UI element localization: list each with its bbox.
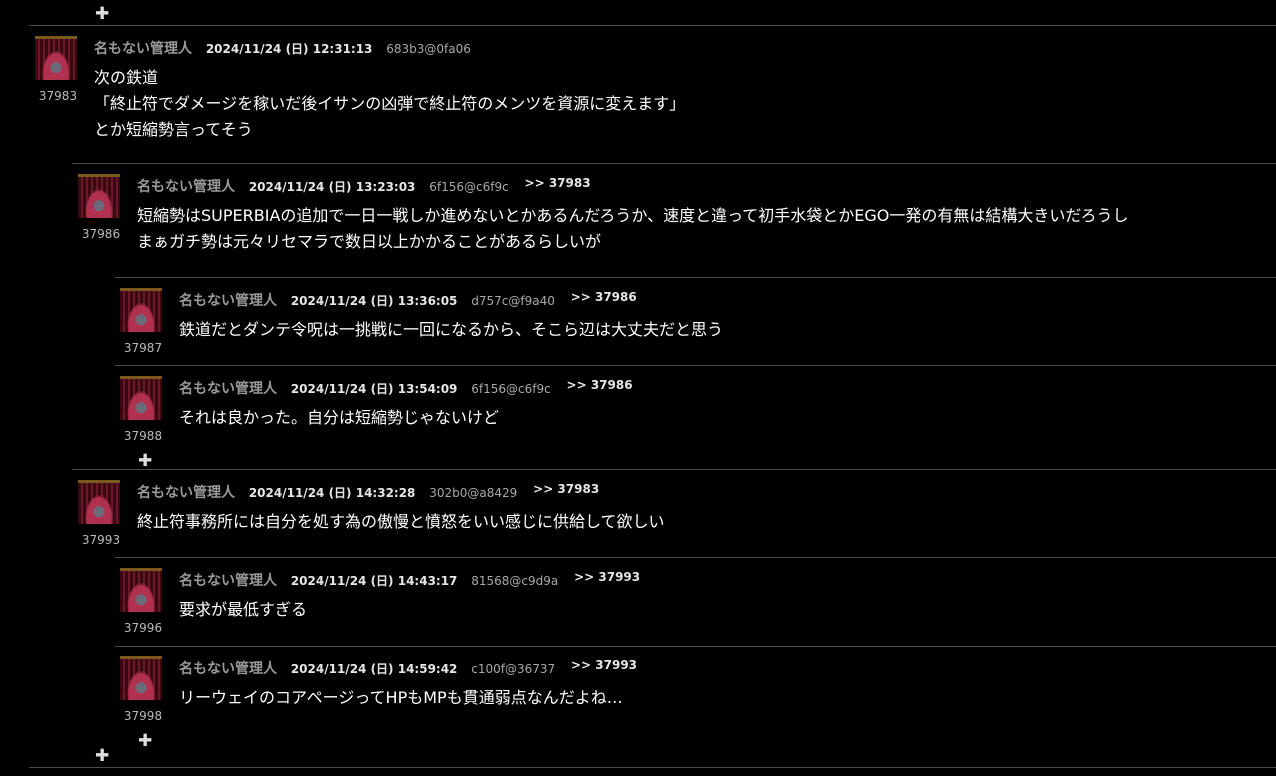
poster-name: 名もない管理人 (137, 179, 235, 195)
avatar (35, 36, 77, 80)
expand-plus-icon[interactable]: ✚ (95, 6, 109, 23)
poster-name: 名もない管理人 (179, 381, 277, 397)
expand-plus-icon[interactable]: ✚ (138, 733, 152, 750)
post-date: 2024/11/24 (日) 14:32:28 (248, 486, 416, 500)
reply-link[interactable]: >> 37986 (571, 290, 637, 304)
post-header: 名もない管理人 2024/11/24 (日) 14:43:17 81568@c9… (179, 570, 640, 590)
post-line: まぁガチ勢は元々リセマラで数日以上かかることがあるらしいが (137, 232, 602, 251)
poster-name: 名もない管理人 (179, 293, 277, 309)
post-date: 2024/11/24 (日) 14:43:17 (290, 574, 458, 588)
post-number[interactable]: 37988 (120, 429, 166, 443)
post-body: それは良かった。自分は短縮勢じゃないけど (179, 405, 499, 431)
post-line: リーウェイのコアページってHPもMPも貫通弱点なんだよね… (179, 688, 623, 707)
post-date: 2024/11/24 (日) 13:23:03 (248, 180, 416, 194)
reply-link[interactable]: >> 37986 (567, 378, 633, 392)
post-body: 終止符事務所には自分を処す為の傲慢と憤怒をいい感じに供給して欲しい (137, 509, 665, 535)
divider (29, 25, 1276, 26)
post-date: 2024/11/24 (日) 13:36:05 (290, 294, 458, 308)
poster-id: 302b0@a8429 (429, 486, 518, 500)
post-number[interactable]: 37986 (78, 227, 124, 241)
avatar (120, 376, 162, 420)
post-number[interactable]: 37998 (120, 709, 166, 723)
poster-id: c100f@36737 (471, 662, 556, 676)
post-header: 名もない管理人 2024/11/24 (日) 13:23:03 6f156@c6… (137, 176, 591, 196)
post-body: 要求が最低すぎる (179, 597, 307, 623)
post-line: とか短縮勢言ってそう (94, 120, 253, 139)
expand-plus-icon[interactable]: ✚ (138, 453, 152, 470)
post-body: 短縮勢はSUPERBIAの追加で一日一戦しか進めないとかあるんだろうか、速度と違… (137, 203, 1128, 255)
post-line: 要求が最低すぎる (179, 600, 308, 619)
post-header: 名もない管理人 2024/11/24 (日) 13:54:09 6f156@c6… (179, 378, 633, 398)
reply-link[interactable]: >> 37983 (525, 176, 591, 190)
post-date: 2024/11/24 (日) 14:59:42 (290, 662, 458, 676)
poster-name: 名もない管理人 (94, 41, 192, 57)
post-line: 終止符事務所には自分を処す為の傲慢と憤怒をいい感じに供給して欲しい (137, 512, 665, 531)
avatar (120, 288, 162, 332)
avatar (78, 174, 120, 218)
poster-name: 名もない管理人 (137, 485, 235, 501)
poster-id: 6f156@c6f9c (471, 382, 551, 396)
post-date: 2024/11/24 (日) 12:31:13 (205, 42, 373, 56)
poster-name: 名もない管理人 (179, 573, 277, 589)
avatar (120, 568, 162, 612)
post-line: 短縮勢はSUPERBIAの追加で一日一戦しか進めないとかあるんだろうか、速度と違… (137, 206, 1129, 225)
post-number[interactable]: 37993 (78, 533, 124, 547)
divider (72, 469, 1276, 470)
post-body: リーウェイのコアページってHPもMPも貫通弱点なんだよね… (179, 685, 623, 711)
avatar (120, 656, 162, 700)
post-number[interactable]: 37996 (120, 621, 166, 635)
post-date: 2024/11/24 (日) 13:54:09 (290, 382, 458, 396)
divider (29, 767, 1276, 768)
poster-id: d757c@f9a40 (471, 294, 555, 308)
avatar (78, 480, 120, 524)
post-header: 名もない管理人 2024/11/24 (日) 14:59:42 c100f@36… (179, 658, 637, 678)
post-header: 名もない管理人 2024/11/24 (日) 12:31:13 683b3@0f… (94, 38, 483, 58)
post-header: 名もない管理人 2024/11/24 (日) 14:32:28 302b0@a8… (137, 482, 599, 502)
post-body: 鉄道だとダンテ令呪は一挑戦に一回になるから、そこら辺は大丈夫だと思う (179, 317, 723, 343)
post-number[interactable]: 37987 (120, 341, 166, 355)
poster-id: 683b3@0fa06 (386, 42, 471, 56)
divider (115, 646, 1276, 647)
poster-name: 名もない管理人 (179, 661, 277, 677)
post-line: それは良かった。自分は短縮勢じゃないけど (179, 408, 500, 427)
post-number[interactable]: 37983 (35, 89, 81, 103)
reply-link[interactable]: >> 37993 (574, 570, 640, 584)
divider (115, 277, 1276, 278)
post-line: 次の鉄道 (94, 68, 159, 87)
divider (115, 557, 1276, 558)
poster-id: 81568@c9d9a (471, 574, 559, 588)
post-body: 次の鉄道 「終止符でダメージを稼いだ後イサンの凶弾で終止符のメンツを資源に変えま… (94, 65, 685, 143)
post-line: 「終止符でダメージを稼いだ後イサンの凶弾で終止符のメンツを資源に変えます」 (94, 94, 686, 113)
reply-link[interactable]: >> 37983 (533, 482, 599, 496)
post-header: 名もない管理人 2024/11/24 (日) 13:36:05 d757c@f9… (179, 290, 637, 310)
divider (115, 365, 1276, 366)
reply-link[interactable]: >> 37993 (571, 658, 637, 672)
expand-plus-icon[interactable]: ✚ (95, 748, 109, 765)
divider (72, 163, 1276, 164)
post-line: 鉄道だとダンテ令呪は一挑戦に一回になるから、そこら辺は大丈夫だと思う (179, 320, 724, 339)
poster-id: 6f156@c6f9c (429, 180, 509, 194)
